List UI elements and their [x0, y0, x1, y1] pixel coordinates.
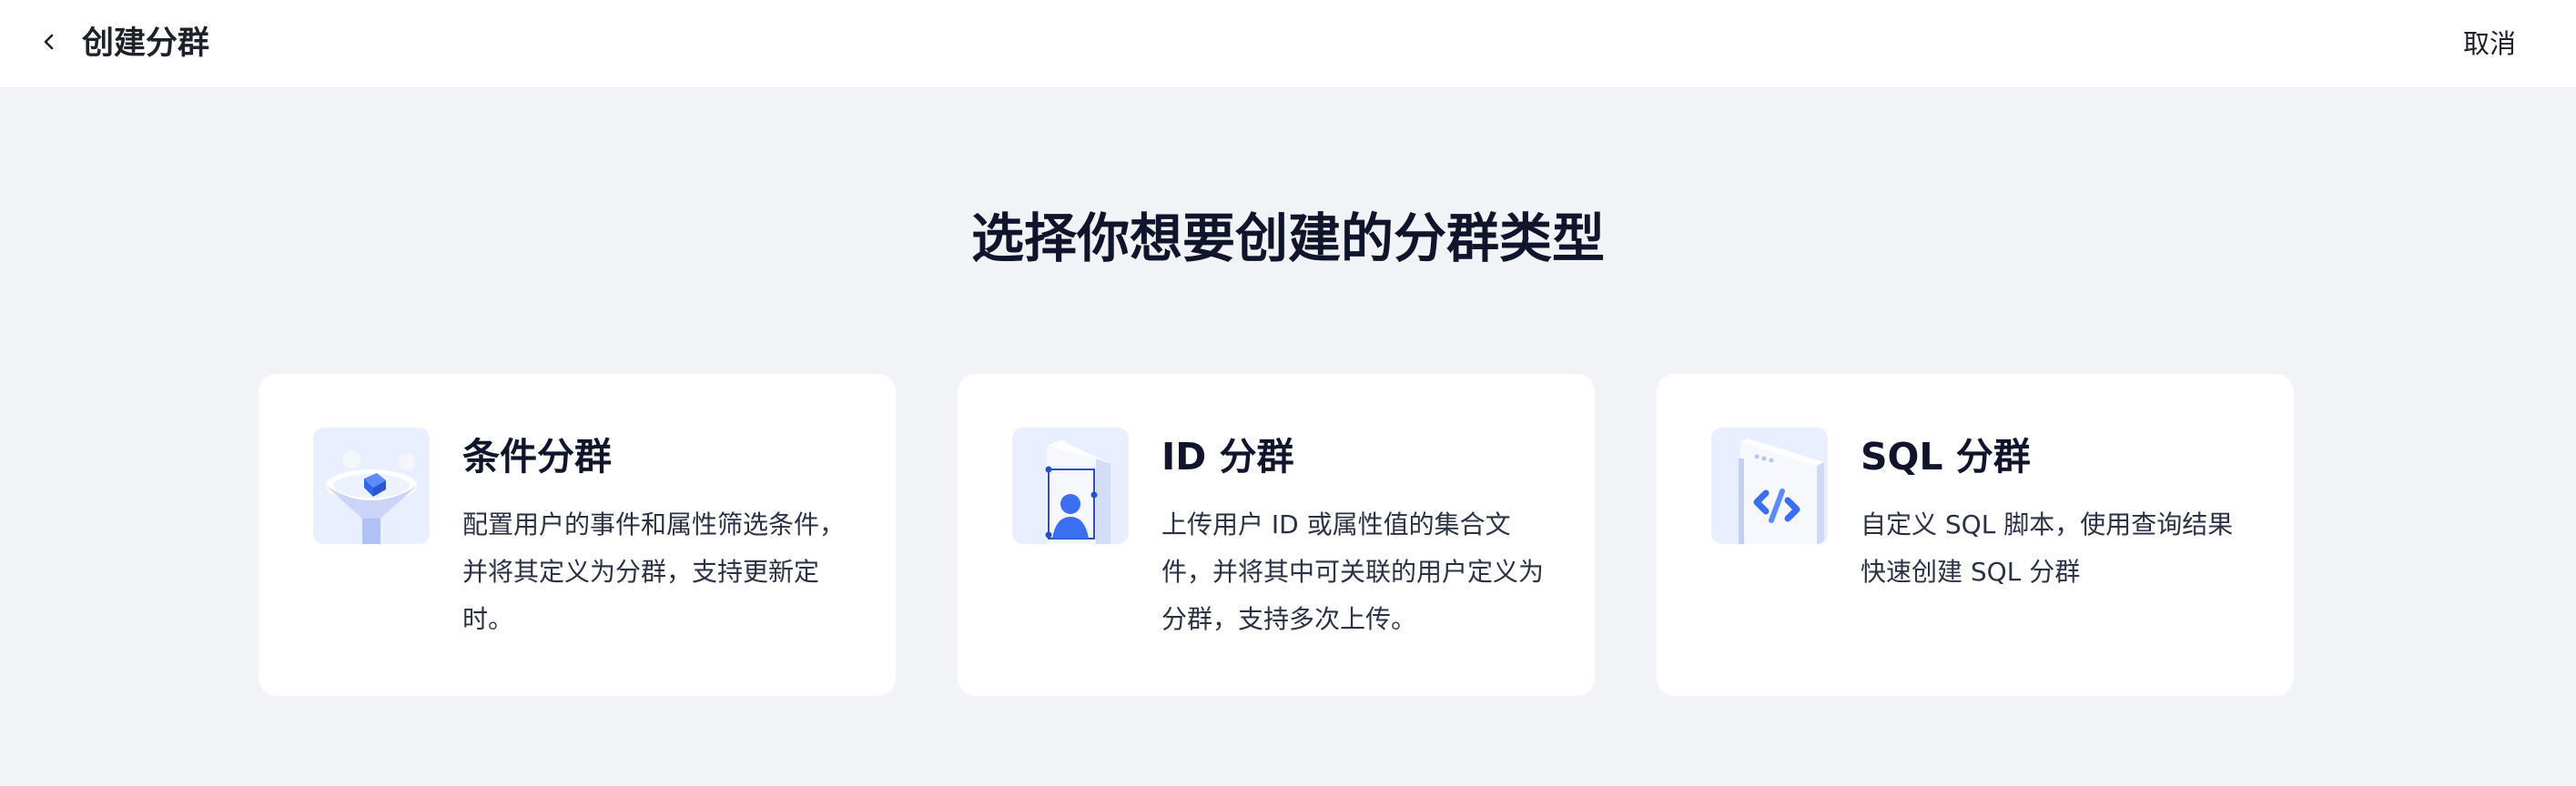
code-window-icon — [1711, 428, 1828, 544]
condition-segment-card[interactable]: 条件分群 配置用户的事件和属性筛选条件，并将其定义为分群，支持更新定时。 — [259, 374, 896, 696]
id-segment-card[interactable]: ID 分群 上传用户 ID 或属性值的集合文件，并将其中可关联的用户定义为分群，… — [958, 374, 1595, 696]
card-description: 自定义 SQL 脚本，使用查询结果快速创建 SQL 分群 — [1861, 509, 2234, 587]
card-title: SQL 分群 — [1861, 435, 2031, 479]
card-title: ID 分群 — [1161, 435, 1294, 479]
chevron-left-icon — [39, 32, 59, 55]
card-description: 上传用户 ID 或属性值的集合文件，并将其中可关联的用户定义为分群，支持多次上传… — [1161, 509, 1545, 634]
page-headline: 选择你想要创建的分群类型 — [970, 207, 1605, 269]
card-title: 条件分群 — [462, 435, 612, 479]
sql-segment-card[interactable]: SQL 分群 自定义 SQL 脚本，使用查询结果快速创建 SQL 分群 — [1657, 374, 2294, 696]
cancel-button[interactable]: 取消 — [2463, 20, 2516, 67]
top-bar: 创建分群 取消 — [0, 0, 2576, 88]
funnel-icon — [313, 428, 430, 544]
page-title: 创建分群 — [82, 25, 210, 62]
back-button[interactable] — [24, 18, 75, 69]
card-description: 配置用户的事件和属性筛选条件，并将其定义为分群，支持更新定时。 — [462, 509, 846, 634]
user-id-card-icon — [1012, 428, 1129, 544]
